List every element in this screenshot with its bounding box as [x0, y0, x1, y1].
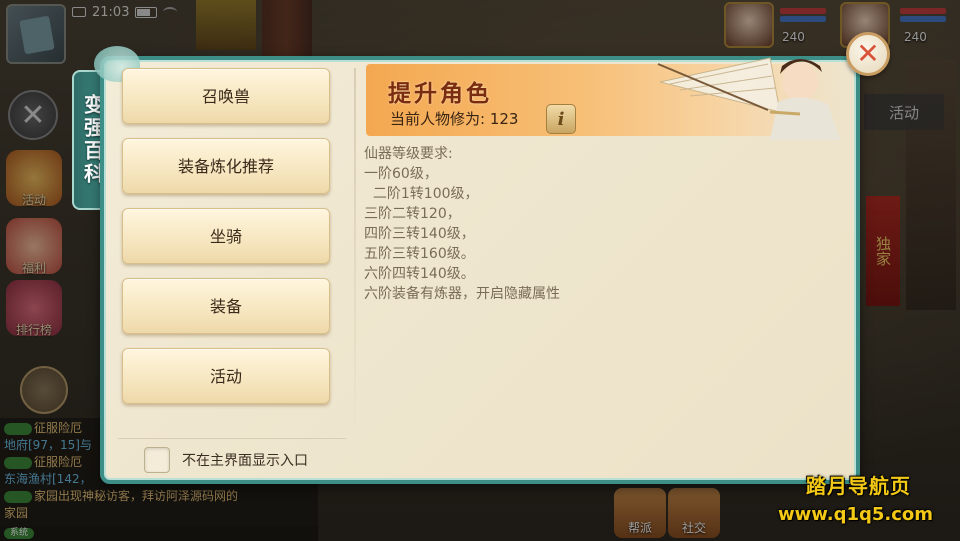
menu-item-activity[interactable]: 活动 — [122, 348, 330, 404]
hide-entry-label: 不在主界面显示入口 — [182, 453, 308, 469]
content-line: 二阶1转100级， — [364, 186, 479, 202]
content-line: 一阶60级， — [364, 166, 438, 182]
content-line: 六阶四转140级。 — [364, 266, 475, 282]
menu-item-mount[interactable]: 坐骑 — [122, 208, 330, 264]
hide-entry-option[interactable]: 不在主界面显示入口 — [144, 446, 308, 474]
content-line: 三阶二转120， — [364, 206, 461, 222]
watermark-title: 踏月导航页 — [806, 474, 911, 498]
content-line: 五阶三转160级。 — [364, 246, 475, 262]
menu-item-equipment-refine[interactable]: 装备炼化推荐 — [122, 138, 330, 194]
guide-menu: 召唤兽 装备炼化推荐 坐骑 装备 活动 — [122, 68, 330, 418]
guide-content: 仙器等级要求: 一阶60级， 二阶1转100级， 三阶二转120， 四阶三转14… — [364, 144, 834, 304]
banner-title: 提升角色 — [388, 80, 492, 107]
menu-item-equipment[interactable]: 装备 — [122, 278, 330, 334]
watermark-url: www.q1q5.com — [778, 504, 934, 525]
menu-divider — [354, 68, 356, 468]
content-line: 六阶装备有炼器，开启隐藏属性 — [364, 286, 560, 302]
footer-divider — [118, 438, 346, 439]
hero-character-illustration — [657, 57, 840, 140]
dialog-close-button[interactable]: ✕ — [846, 32, 890, 76]
content-line: 仙器等级要求: — [364, 146, 453, 162]
hide-entry-checkbox[interactable] — [144, 447, 170, 473]
content-line: 四阶三转140级， — [364, 226, 475, 242]
menu-item-summon-beast[interactable]: 召唤兽 — [122, 68, 330, 124]
cultivation-value: 当前人物修为: 123 — [390, 110, 519, 128]
info-icon[interactable]: i — [546, 104, 576, 134]
close-icon: ✕ — [856, 37, 880, 70]
